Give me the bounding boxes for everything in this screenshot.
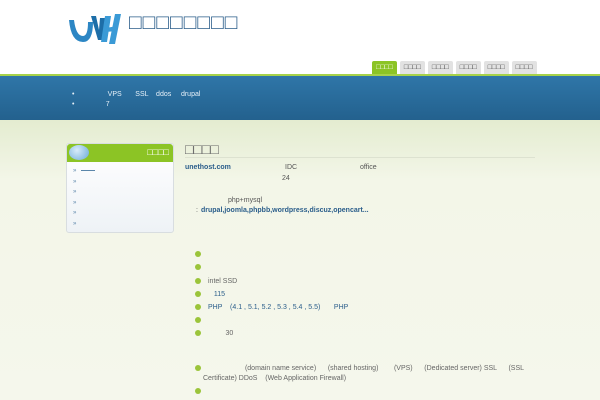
feature-item: intel SSD (195, 278, 237, 285)
nav-tab-2[interactable]: □□□□ (399, 61, 425, 75)
nav-tab-5[interactable]: □□□□ (483, 61, 509, 75)
sidebar-link[interactable] (81, 169, 96, 171)
services-item: (domain name service) (shared hosting) (… (195, 365, 524, 372)
feature-item (195, 317, 208, 324)
sidebar-item[interactable]: » (73, 177, 173, 188)
idc-text: IDC (285, 164, 298, 171)
office-text: office (360, 164, 377, 171)
bullet-icon (195, 365, 201, 372)
apps-list: drupal,joomla,phpbb,wordpress,discuz,ope… (201, 207, 369, 214)
sidebar-item[interactable]: » (73, 187, 173, 198)
apps-prefix: : (196, 207, 200, 214)
page-title: □□□□ (185, 142, 535, 158)
bullet-icon (195, 291, 201, 298)
nav-tab-6[interactable]: □□□□ (511, 61, 537, 75)
feature-item: 30 (195, 330, 233, 337)
speech-bubble-icon (69, 145, 89, 160)
site-logo[interactable] (67, 10, 123, 46)
nav-tab-1[interactable]: □□□□ (372, 61, 397, 75)
banner-item: 7 (72, 100, 200, 110)
php-text: php+mysql (228, 197, 263, 204)
sidebar-item[interactable]: » (73, 208, 173, 219)
sidebar-title: □□□□ (147, 147, 169, 157)
bullet-icon (195, 264, 201, 271)
site-title: □□□□□□□□ (129, 11, 239, 34)
bullet-icon (195, 330, 201, 337)
sidebar-item[interactable]: » (73, 166, 173, 177)
bullet-icon (195, 251, 201, 258)
nav-tab-4[interactable]: □□□□ (455, 61, 481, 75)
sidebar-item[interactable]: » (73, 219, 173, 230)
bullet-icon (195, 317, 201, 324)
banner: VPS SSL ddos drupal 7 (0, 76, 600, 120)
banner-item: VPS SSL ddos drupal (72, 90, 201, 100)
feature-item (195, 264, 208, 271)
services-item-cont: Certificate) DDoS (Web Application Firew… (203, 375, 347, 382)
feature-item: PHP (4.1 , 5.1, 5.2 , 5.3 , 5.4 , 5.5) P… (195, 304, 348, 311)
main-content: □□□□ (185, 142, 535, 158)
feature-item (195, 388, 208, 395)
sidebar: □□□□ » » » » » » (66, 143, 174, 233)
bullet-icon (195, 304, 201, 311)
feature-item (195, 251, 208, 258)
feature-item: 115 (195, 291, 225, 298)
domain-link[interactable]: unethost.com (185, 164, 231, 171)
main-nav: □□□□ □□□□ □□□□ □□□□ □□□□ □□□□ (372, 61, 537, 75)
sidebar-header: □□□□ (67, 144, 173, 162)
bullet-icon (195, 388, 201, 395)
hours-text: 24 (282, 175, 290, 182)
sidebar-item[interactable]: » (73, 198, 173, 209)
nav-tab-3[interactable]: □□□□ (427, 61, 453, 75)
bullet-icon (195, 278, 201, 285)
